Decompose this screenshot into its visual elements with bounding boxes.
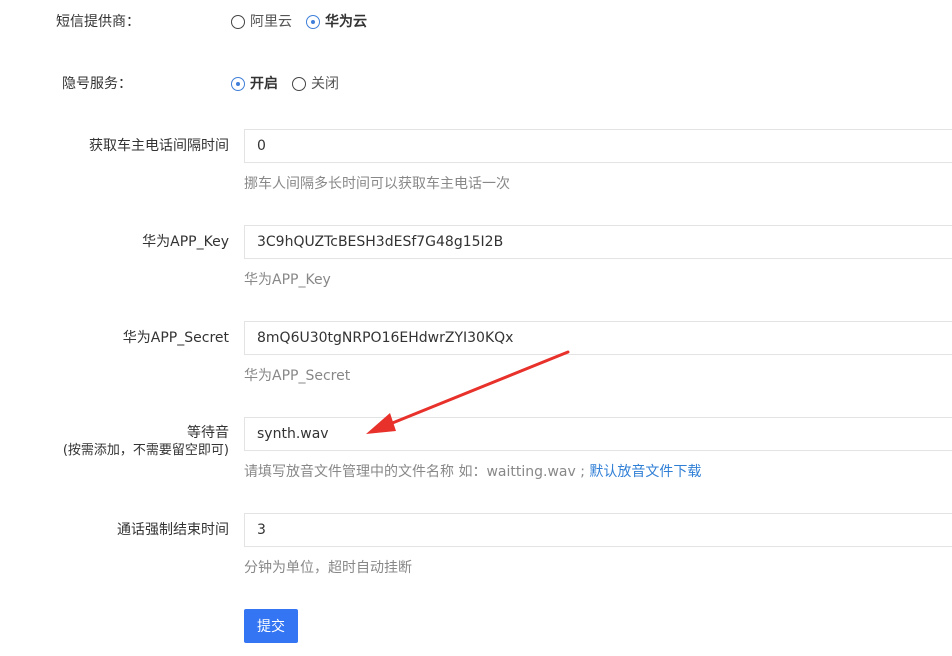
radio-huawei[interactable]: 华为云 [306,12,367,32]
radio-circle-icon[interactable] [292,77,306,91]
waiting-tone-help-block: 请填写放音文件管理中的文件名称 如：waitting.wav ; 默认放音文件下… [244,462,701,482]
call-timeout-label: 通话强制结束时间 [117,522,229,538]
radio-enable[interactable]: 开启 [231,74,278,94]
app-key-label: 华为APP_Key [142,234,229,250]
radio-disable[interactable]: 关闭 [292,74,339,94]
app-secret-help: 华为APP_Secret [244,368,351,384]
phone-interval-help: 挪车人间隔多长时间可以获取车主电话一次 [244,176,510,192]
radio-huawei-label: 华为云 [325,14,367,30]
settings-form: 短信提供商： 阿里云 华为云 隐号服务： 开启 关闭 获取车主电话间隔时间 0 … [0,0,952,656]
radio-disable-label: 关闭 [311,76,339,92]
app-key-input[interactable] [244,225,952,259]
radio-aliyun-label: 阿里云 [250,14,292,30]
sms-provider-radio-group: 阿里云 华为云 [231,12,381,32]
waiting-tone-label-block: 等待音 (按需添加，不需要留空即可) [63,424,229,460]
waiting-tone-label: 等待音 [187,425,229,441]
waiting-tone-help: 请填写放音文件管理中的文件名称 如：waitting.wav ; [244,464,585,480]
radio-circle-icon[interactable] [231,15,245,29]
waiting-tone-input[interactable] [244,417,952,451]
phone-interval-input[interactable] [244,129,952,163]
app-secret-label: 华为APP_Secret [122,330,229,346]
phone-interval-label: 获取车主电话间隔时间 [89,138,229,154]
radio-checked-icon[interactable] [231,77,245,91]
sms-provider-label: 短信提供商： [56,14,140,30]
app-key-help: 华为APP_Key [244,272,331,288]
radio-checked-icon[interactable] [306,15,320,29]
call-timeout-input[interactable] [244,513,952,547]
default-tone-download-link[interactable]: 默认放音文件下载 [589,464,701,480]
app-secret-input[interactable] [244,321,952,355]
call-timeout-help: 分钟为单位，超时自动挂断 [244,560,412,576]
submit-button[interactable]: 提交 [244,609,298,643]
waiting-tone-sublabel: (按需添加，不需要留空即可) [62,443,229,458]
privacy-number-radio-group: 开启 关闭 [231,74,353,94]
radio-enable-label: 开启 [250,76,278,92]
privacy-number-label: 隐号服务： [62,76,132,92]
radio-aliyun[interactable]: 阿里云 [231,12,292,32]
